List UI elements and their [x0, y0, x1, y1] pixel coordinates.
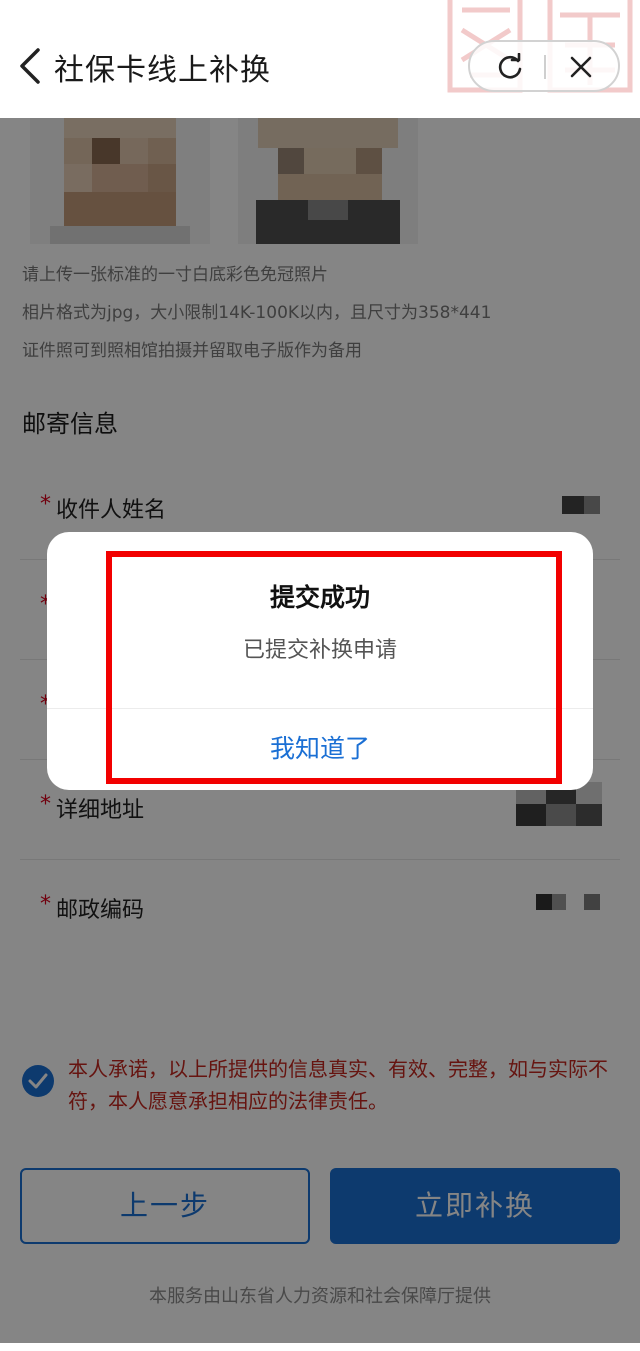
page-title: 社保卡线上补换: [54, 53, 271, 88]
red-highlight-box: [106, 551, 562, 784]
refresh-icon[interactable]: [496, 53, 524, 81]
close-icon[interactable]: [568, 54, 594, 80]
capsule-divider: [544, 55, 546, 79]
mini-program-capsule: [468, 40, 620, 92]
nav-header: 社保卡线上补换: [0, 0, 640, 118]
bottom-edge: [0, 1343, 640, 1351]
back-arrow-icon[interactable]: [14, 46, 48, 86]
